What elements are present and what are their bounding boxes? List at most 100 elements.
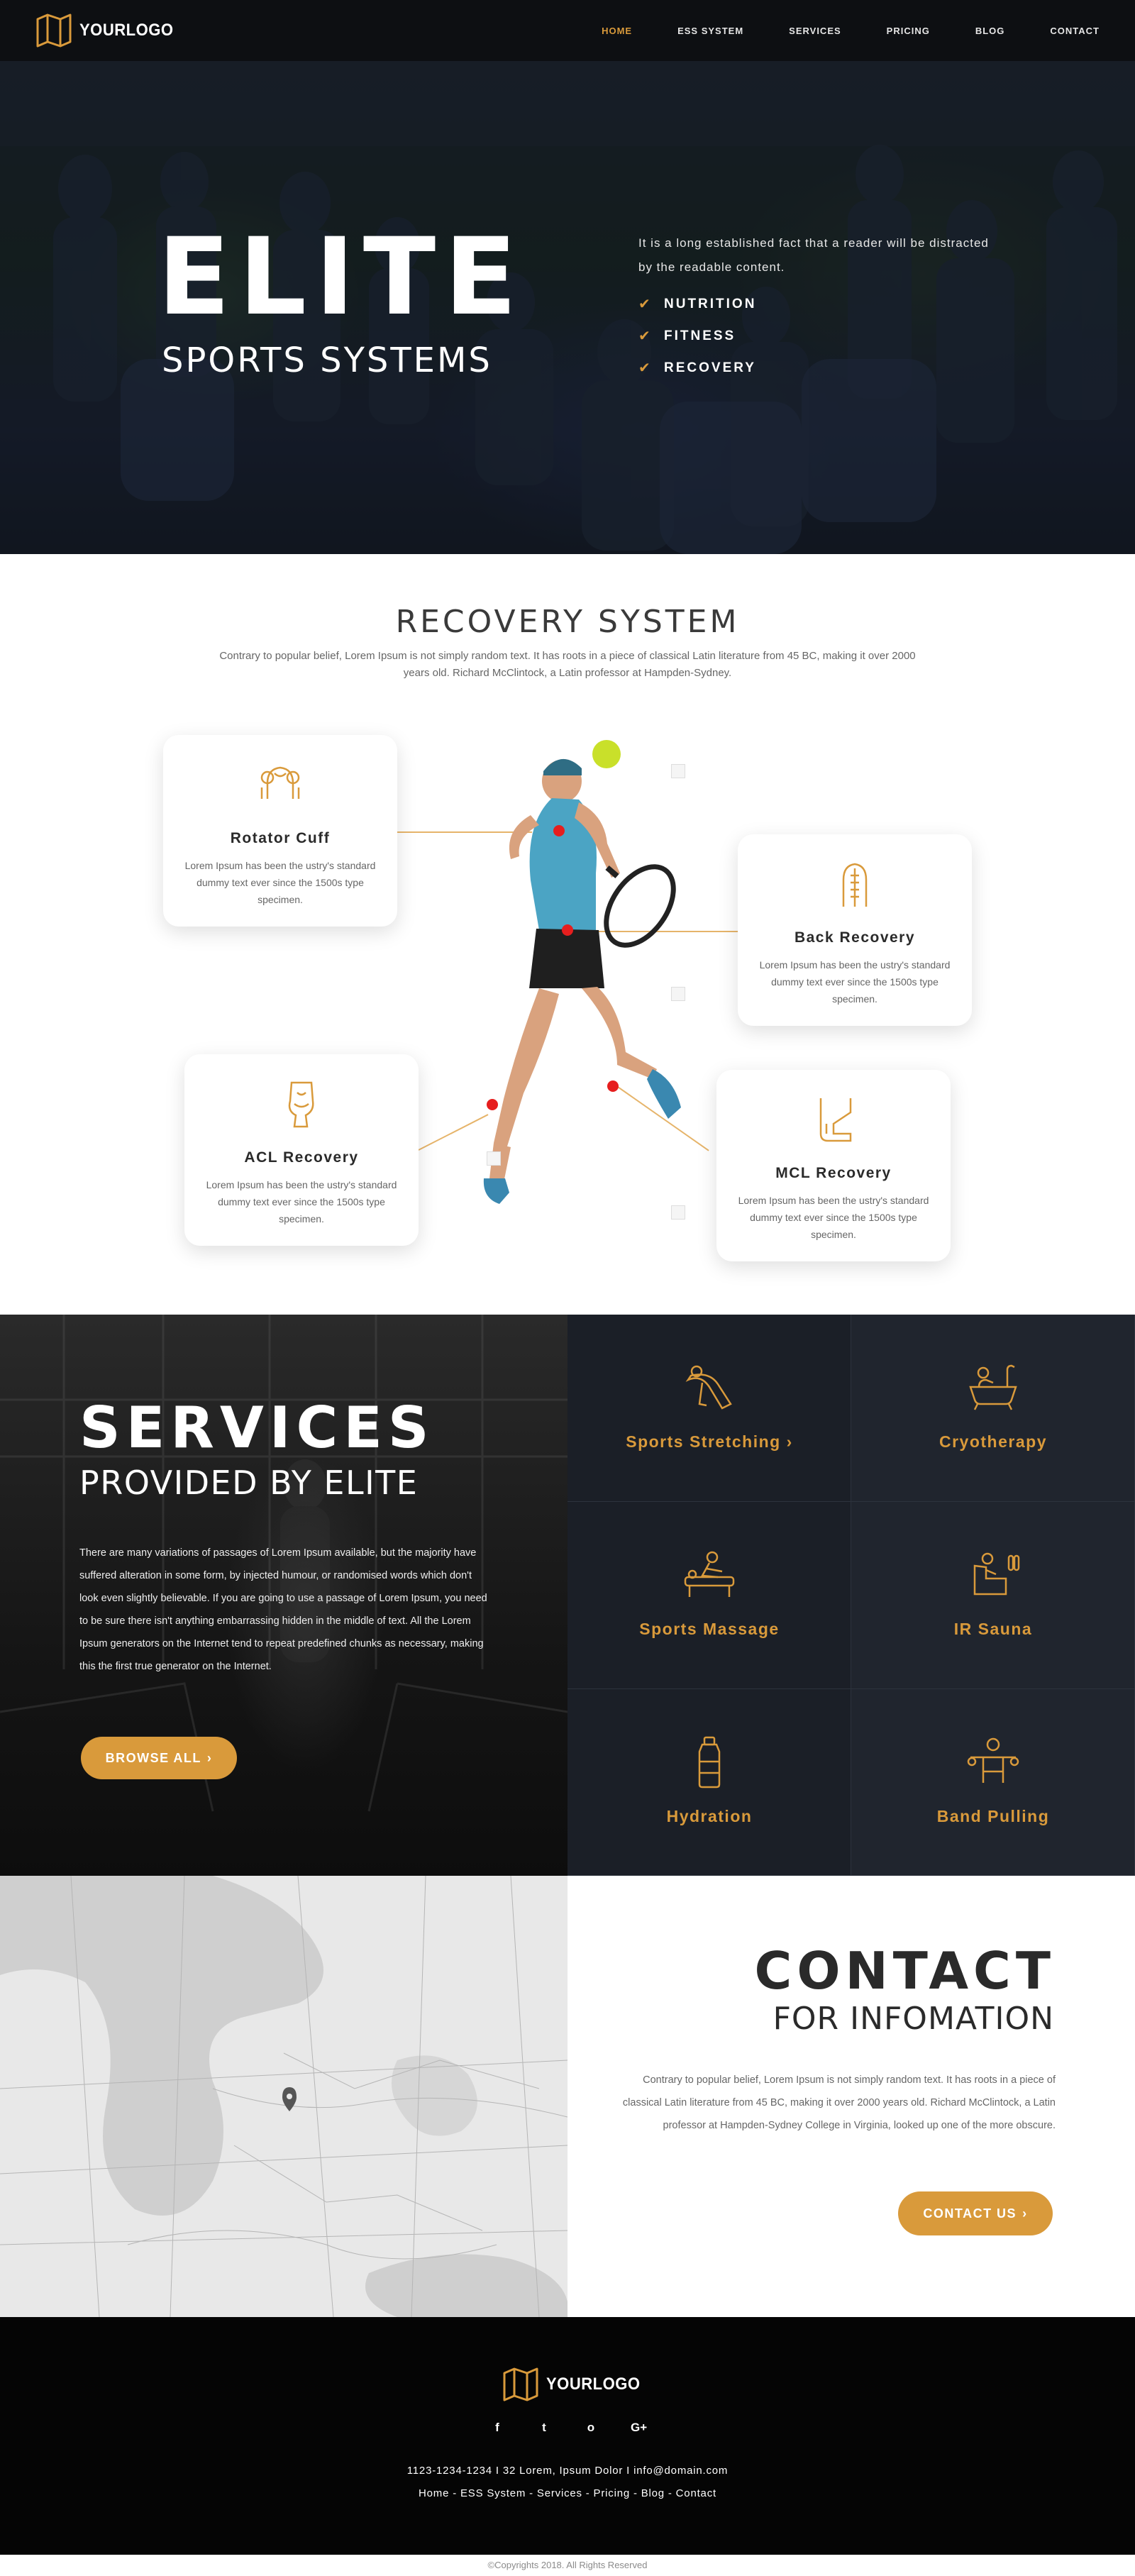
facebook-icon[interactable]: f xyxy=(490,2421,504,2435)
recovery-card-mcl[interactable]: MCL Recovery Lorem Ipsum has been the us… xyxy=(716,1070,951,1261)
watermark-tile xyxy=(671,764,685,778)
card-text: Lorem Ipsum has been the ustry's standar… xyxy=(738,1195,929,1240)
button-label: BROWSE ALL xyxy=(105,1750,201,1765)
menu-item-home[interactable]: HOME xyxy=(556,26,632,36)
map-logo-icon xyxy=(36,13,72,48)
massage-icon xyxy=(684,1551,735,1597)
contact-subtitle: FOR INFOMATION xyxy=(773,2001,1054,2037)
google-plus-icon[interactable]: G+ xyxy=(631,2421,647,2435)
menu-item-blog[interactable]: BLOG xyxy=(930,26,1005,36)
button-label: CONTACT US xyxy=(923,2206,1017,2221)
service-tile-band-pulling[interactable]: Band Pulling xyxy=(851,1689,1135,1876)
hero-section: ELITE SPORTS SYSTEMS It is a long establ… xyxy=(0,61,1135,554)
pain-point-marker xyxy=(553,825,565,836)
location-map[interactable] xyxy=(0,1876,568,2317)
services-section: SERVICES PROVIDED BY ELITE There are man… xyxy=(0,1315,1135,1876)
service-tile-hydration[interactable]: Hydration xyxy=(568,1689,851,1876)
top-nav: YOURLOGO HOME ESS SYSTEM SERVICES PRICIN… xyxy=(0,0,1135,61)
card-title: MCL Recovery xyxy=(775,1165,892,1181)
footer-logo[interactable]: YOURLOGO xyxy=(502,2367,648,2402)
shoulder-icon xyxy=(260,766,300,799)
twitter-icon[interactable]: t xyxy=(537,2421,551,2435)
service-label: IR Sauna xyxy=(953,1620,1033,1638)
browse-all-button[interactable]: BROWSE ALL › xyxy=(81,1737,237,1779)
hero-feature-label: FITNESS xyxy=(664,328,736,343)
service-label: Sports Massage xyxy=(639,1620,780,1638)
menu-item-pricing[interactable]: PRICING xyxy=(841,26,930,36)
recovery-description: Contrary to popular belief, Lorem Ipsum … xyxy=(219,650,916,679)
tennis-player-image xyxy=(483,740,681,1204)
services-grid: Sports Stretching › Cryotherapy Sports M… xyxy=(568,1315,1135,1876)
pain-point-marker xyxy=(607,1080,619,1092)
logo-text: YOURLOGO xyxy=(79,21,174,40)
card-title: Back Recovery xyxy=(794,929,916,946)
card-title: Rotator Cuff xyxy=(230,830,331,846)
service-label: Sports Stretching › xyxy=(626,1432,793,1451)
stretching-icon xyxy=(685,1365,732,1410)
footer: YOURLOGO f t o G+ 1123-1234-1234 I 32 Lo… xyxy=(0,2317,1135,2555)
chevron-right-icon: › xyxy=(1022,2206,1028,2221)
footer-links[interactable]: Home - ESS System - Services - Pricing -… xyxy=(0,2487,1135,2499)
menu-item-ess-system[interactable]: ESS SYSTEM xyxy=(632,26,743,36)
services-intro: SERVICES PROVIDED BY ELITE There are man… xyxy=(0,1315,568,1876)
card-text: Lorem Ipsum has been the ustry's standar… xyxy=(184,860,376,905)
menu-item-contact[interactable]: CONTACT xyxy=(1004,26,1100,36)
map-logo-icon xyxy=(503,2367,538,2401)
service-tile-cryotherapy[interactable]: Cryotherapy xyxy=(851,1315,1135,1502)
hero-feature-label: NUTRITION xyxy=(664,296,757,311)
sauna-icon xyxy=(973,1552,1020,1596)
chevron-right-icon: › xyxy=(206,1750,213,1765)
page: YOURLOGO HOME ESS SYSTEM SERVICES PRICIN… xyxy=(0,0,1135,2576)
pain-point-marker xyxy=(562,924,573,936)
hero-feature-item: ✔ FITNESS xyxy=(638,320,756,352)
main-menu: HOME ESS SYSTEM SERVICES PRICING BLOG CO… xyxy=(556,0,1100,61)
contact-section: CONTACT FOR INFOMATION Contrary to popul… xyxy=(0,1876,1135,2317)
card-text: Lorem Ipsum has been the ustry's standar… xyxy=(759,959,951,1005)
services-subtitle: PROVIDED BY ELITE xyxy=(79,1464,419,1502)
band-icon xyxy=(967,1737,1019,1783)
hero-feature-list: ✔ NUTRITION ✔ FITNESS ✔ RECOVERY xyxy=(638,288,756,384)
instagram-icon[interactable]: o xyxy=(584,2421,598,2435)
hero-feature-label: RECOVERY xyxy=(664,360,756,375)
logo-text: YOURLOGO xyxy=(546,2375,641,2394)
card-title: ACL Recovery xyxy=(244,1149,359,1166)
check-icon: ✔ xyxy=(638,360,653,376)
back-icon xyxy=(842,863,868,907)
service-tile-sports-stretching[interactable]: Sports Stretching › xyxy=(568,1315,851,1502)
contact-title: CONTACT xyxy=(754,1941,1056,2001)
recovery-card-acl[interactable]: ACL Recovery Lorem Ipsum has been the us… xyxy=(184,1054,419,1246)
service-tile-ir-sauna[interactable]: IR Sauna xyxy=(851,1502,1135,1689)
copyright: ©Copyrights 2018. All Rights Reserved xyxy=(0,2555,1135,2576)
service-tile-sports-massage[interactable]: Sports Massage xyxy=(568,1502,851,1689)
service-label: Band Pulling xyxy=(936,1807,1050,1825)
watermark-tile xyxy=(487,1151,501,1166)
recovery-card-rotator-cuff[interactable]: Rotator Cuff Lorem Ipsum has been the us… xyxy=(163,735,397,927)
pain-point-marker xyxy=(487,1099,498,1110)
service-label: Cryotherapy xyxy=(939,1432,1047,1451)
bottle-icon xyxy=(698,1736,721,1789)
card-text: Lorem Ipsum has been the ustry's standar… xyxy=(206,1179,397,1225)
hero-text: It is a long established fact that a rea… xyxy=(638,236,989,274)
check-icon: ✔ xyxy=(638,328,653,344)
recovery-title: RECOVERY SYSTEM xyxy=(395,604,740,640)
service-label: Hydration xyxy=(666,1807,753,1825)
menu-item-services[interactable]: SERVICES xyxy=(743,26,841,36)
contact-description: Contrary to popular belief, Lorem Ipsum … xyxy=(622,2074,1056,2131)
social-links: f t o G+ xyxy=(0,2421,1135,2435)
logo[interactable]: YOURLOGO xyxy=(35,13,182,48)
hero-feature-item: ✔ RECOVERY xyxy=(638,352,756,384)
footer-contact-info: 1123-1234-1234 I 32 Lorem, Ipsum Dolor I… xyxy=(406,2465,729,2477)
recovery-card-back[interactable]: Back Recovery Lorem Ipsum has been the u… xyxy=(738,834,972,1026)
leg-icon xyxy=(819,1098,852,1142)
watermark-tile xyxy=(671,987,685,1001)
knee-icon xyxy=(288,1081,314,1128)
hero-subtitle: SPORTS SYSTEMS xyxy=(162,341,492,380)
watermark-tile xyxy=(671,1205,685,1220)
services-description: There are many variations of passages of… xyxy=(79,1547,487,1672)
check-icon: ✔ xyxy=(638,297,653,312)
hero-title: ELITE xyxy=(157,216,526,339)
recovery-section: RECOVERY SYSTEM Contrary to popular beli… xyxy=(0,554,1135,1315)
contact-us-button[interactable]: CONTACT US › xyxy=(898,2191,1053,2235)
bathtub-icon xyxy=(969,1364,1017,1410)
hero-feature-item: ✔ NUTRITION xyxy=(638,288,756,320)
